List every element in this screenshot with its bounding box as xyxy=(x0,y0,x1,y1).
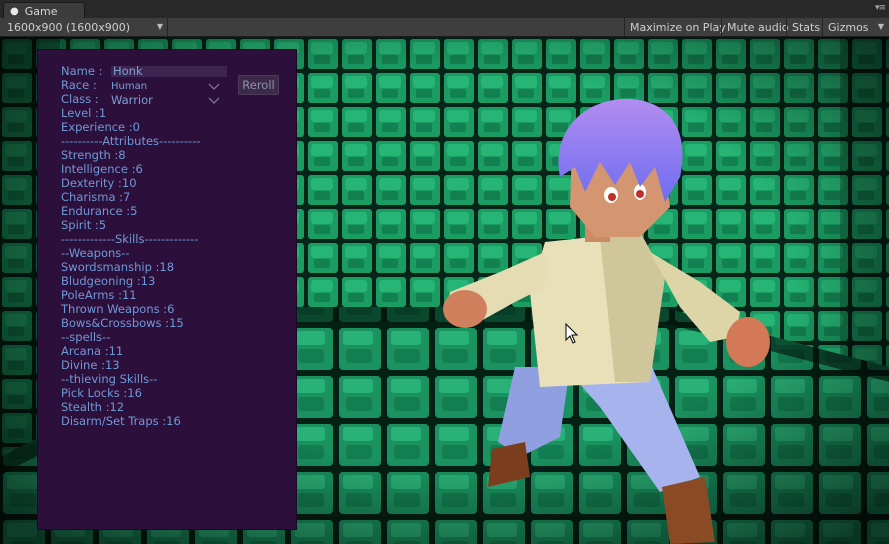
stats-label: Stats xyxy=(792,20,821,34)
mouse-cursor-icon xyxy=(565,323,579,344)
attributes-header: ----------Attributes---------- xyxy=(61,134,201,148)
chevron-down-icon xyxy=(208,83,220,90)
game-viewport[interactable]: Name : Honk Race : Human Class : Warrior… xyxy=(0,37,889,544)
race-dropdown[interactable]: Human xyxy=(111,80,220,93)
chevron-down-icon: ▼ xyxy=(877,22,884,31)
spells-header: --spells-- xyxy=(61,330,111,344)
experience-stat: Experience :0 xyxy=(61,120,140,134)
disarm-set-traps-skill: Disarm/Set Traps :16 xyxy=(61,414,181,428)
mute-audio-toggle[interactable]: Mute audio xyxy=(721,18,794,36)
gizmos-label: Gizmos xyxy=(828,20,869,34)
maximize-on-play-toggle[interactable]: Maximize on Play xyxy=(624,18,731,36)
name-label: Name : xyxy=(61,64,103,78)
divine-skill: Divine :13 xyxy=(61,358,120,372)
pick-locks-skill: Pick Locks :16 xyxy=(61,386,142,400)
game-tab[interactable]: ● Game xyxy=(3,2,85,19)
mute-audio-label: Mute audio xyxy=(727,20,789,34)
maximize-on-play-label: Maximize on Play xyxy=(630,20,726,34)
strength-stat: Strength :8 xyxy=(61,148,126,162)
level-stat: Level :1 xyxy=(61,106,107,120)
race-label: Race : xyxy=(61,78,97,92)
game-view-icon: ● xyxy=(10,5,19,17)
intelligence-stat: Intelligence :6 xyxy=(61,162,143,176)
skills-header: -------------Skills------------- xyxy=(61,232,199,246)
name-input[interactable]: Honk xyxy=(111,65,227,77)
gizmos-dropdown[interactable]: Gizmos ▼ xyxy=(822,18,889,36)
character-sheet-panel: Name : Honk Race : Human Class : Warrior… xyxy=(38,50,296,529)
bludgeoning-skill: Bludgeoning :13 xyxy=(61,274,156,288)
stealth-skill: Stealth :12 xyxy=(61,400,125,414)
chevron-down-icon: ▼ xyxy=(156,22,163,31)
endurance-stat: Endurance :5 xyxy=(61,204,138,218)
resolution-label: 1600x900 (1600x900) xyxy=(7,20,131,34)
polearms-skill: PoleArms :11 xyxy=(61,288,137,302)
thieving-header: --thieving Skills-- xyxy=(61,372,158,386)
game-tab-label: Game xyxy=(24,4,58,18)
charisma-stat: Charisma :7 xyxy=(61,190,131,204)
thrown-weapons-skill: Thrown Weapons :6 xyxy=(61,302,175,316)
weapons-header: --Weapons-- xyxy=(61,246,130,260)
swordsmanship-skill: Swordsmanship :18 xyxy=(61,260,175,274)
class-value: Warrior xyxy=(111,93,153,107)
resolution-dropdown[interactable]: 1600x900 (1600x900) ▼ xyxy=(2,18,168,36)
chevron-down-icon xyxy=(208,97,220,104)
dexterity-stat: Dexterity :10 xyxy=(61,176,137,190)
race-value: Human xyxy=(111,81,148,92)
arcana-skill: Arcana :11 xyxy=(61,344,124,358)
class-dropdown[interactable]: Warrior xyxy=(111,93,220,107)
bows-crossbows-skill: Bows&Crossbows :15 xyxy=(61,316,184,330)
editor-tab-bar: ● Game ▾≡ xyxy=(0,0,889,19)
reroll-button[interactable]: Reroll xyxy=(238,75,279,95)
class-label: Class : xyxy=(61,92,99,106)
game-view-toolbar: 1600x900 (1600x900) ▼ Maximize on Play M… xyxy=(0,18,889,37)
tab-menu-icon[interactable]: ▾≡ xyxy=(875,3,886,13)
spirit-stat: Spirit :5 xyxy=(61,218,107,232)
stats-toggle[interactable]: Stats xyxy=(786,18,825,36)
